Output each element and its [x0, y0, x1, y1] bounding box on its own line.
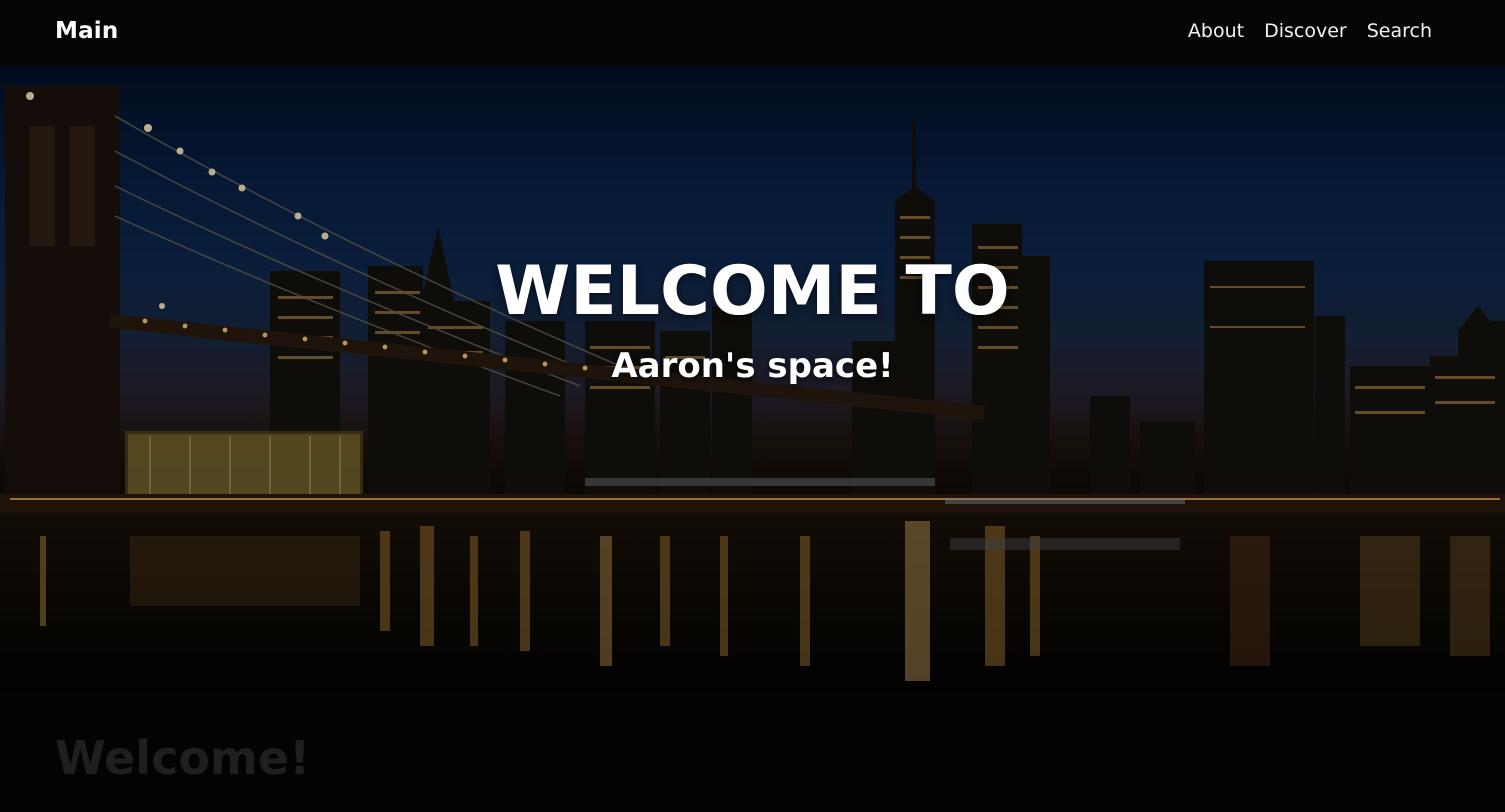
brand-link[interactable]: Main [55, 18, 118, 44]
hero-banner: WELCOME TO Aaron's space! [0, 66, 1505, 691]
section-heading: Welcome! [55, 731, 311, 785]
nav-links: About Discover Search [1188, 20, 1432, 42]
top-navbar: Main About Discover Search [0, 0, 1505, 66]
hero-title: WELCOME TO [495, 252, 1010, 331]
nav-link-search[interactable]: Search [1367, 20, 1432, 42]
nav-link-discover[interactable]: Discover [1264, 20, 1347, 42]
hero-subtitle: Aaron's space! [611, 346, 894, 386]
welcome-section: Welcome! [0, 691, 1505, 812]
nav-link-about[interactable]: About [1188, 20, 1244, 42]
